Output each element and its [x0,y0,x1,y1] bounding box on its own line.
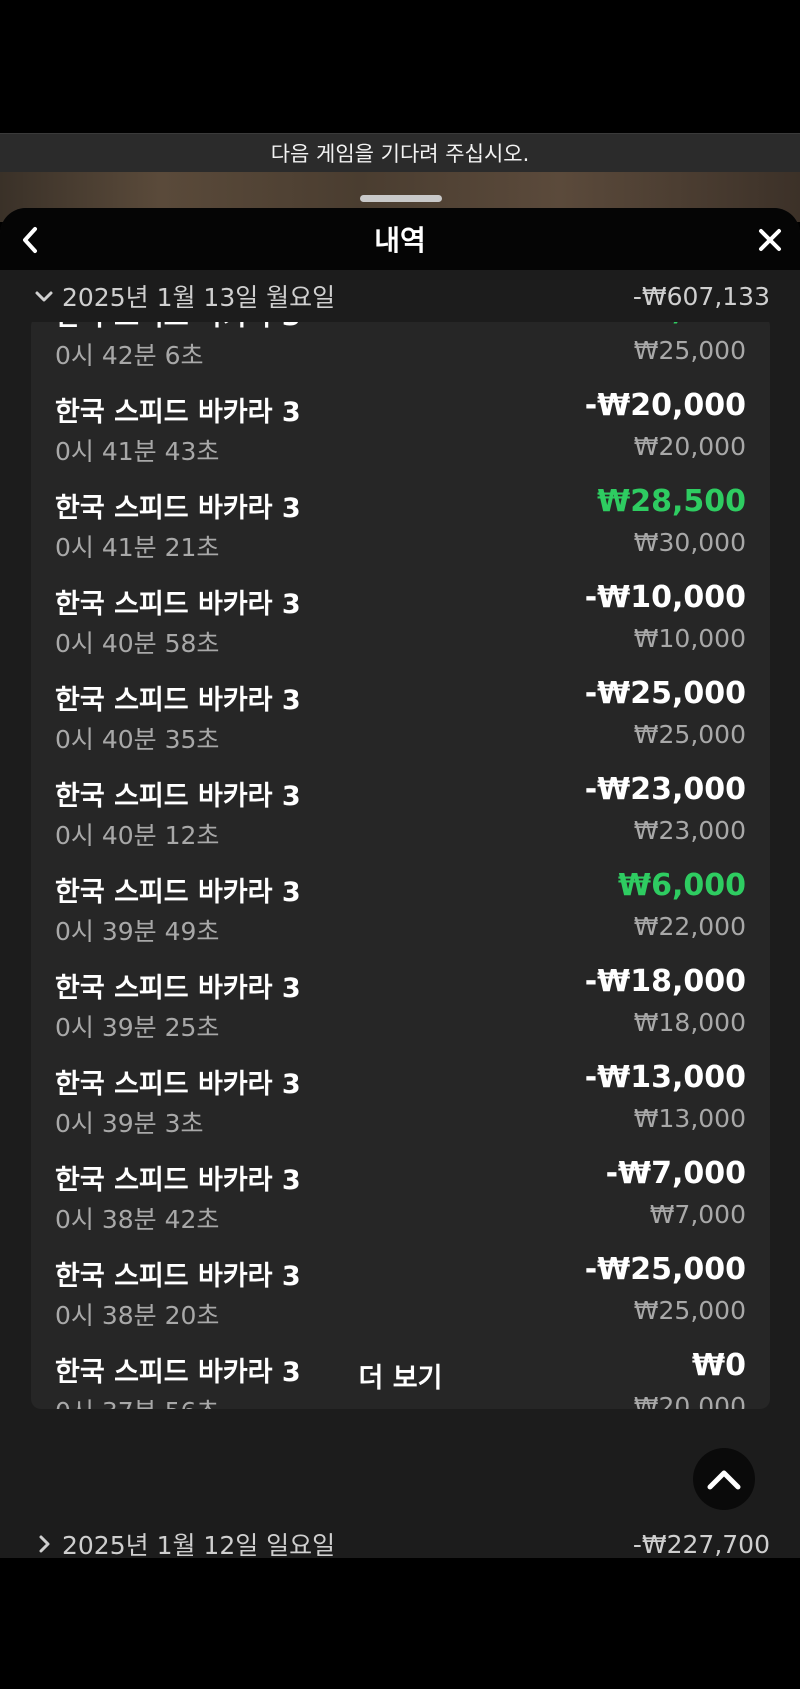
bet-row[interactable]: 한국 스피드 바카라 3 0시 40분 12초 -₩23,000 ₩23,000 [31,748,770,850]
bet-amount: ₩10,000 [633,624,746,653]
day-date: 2025년 1월 13일 월요일 [62,283,336,312]
bet-result: -₩10,000 [584,580,746,615]
game-name: 한국 스피드 바카라 3 [55,877,301,908]
history-panel: 내역 2025년 1월 13일 월요일 -₩607,133 한국 스피드 바카라… [0,208,800,1558]
bet-result: -₩23,000 [584,772,746,807]
bet-amount: ₩25,000 [633,720,746,749]
bet-amount: ₩7,000 [649,1200,746,1229]
back-button[interactable] [8,218,52,262]
day-date: 2025년 1월 12일 일요일 [62,1531,336,1558]
waiting-banner: 다음 게임을 기다려 주십시오. [0,133,800,173]
bet-result: -₩13,000 [584,1060,746,1095]
bet-row[interactable]: 한국 스피드 바카라 3 0시 40분 35초 -₩25,000 ₩25,000 [31,652,770,754]
bet-row[interactable]: 한국 스피드 바카라 3 0시 38분 20초 -₩25,000 ₩25,000 [31,1228,770,1330]
drag-handle[interactable] [360,195,442,202]
waiting-banner-text: 다음 게임을 기다려 주십시오. [270,142,530,166]
bet-amount: ₩20,000 [633,432,746,461]
game-name: 한국 스피드 바카라 3 [55,973,301,1004]
close-button[interactable] [748,218,792,262]
chevron-right-icon [39,1535,50,1553]
bet-row[interactable]: 한국 스피드 바카라 3 0시 39분 3초 -₩13,000 ₩13,000 [31,1036,770,1138]
bet-amount: ₩22,000 [633,912,746,941]
day-total: -₩607,133 [632,281,770,311]
history-header: 내역 [0,208,800,270]
bet-result: ₩6,000 [618,868,746,903]
game-name: 한국 스피드 바카라 3 [55,397,301,428]
bet-result: ₩28,500 [597,484,746,519]
chevron-left-icon [23,227,37,253]
bet-amount: ₩23,000 [633,816,746,845]
game-name: 한국 스피드 바카라 3 [55,1165,301,1196]
bet-result: -₩25,000 [584,676,746,711]
bet-row[interactable]: 한국 스피드 바카라 3 0시 38분 42초 -₩7,000 ₩7,000 [31,1132,770,1234]
day-total: -₩227,700 [632,1529,770,1559]
bet-row[interactable]: 한국 스피드 바카라 3 0시 42분 6초 ₩23,750 ₩25,000 [31,316,770,370]
bet-amount: ₩18,000 [633,1008,746,1037]
bet-row[interactable]: 한국 스피드 바카라 3 0시 39분 25초 -₩18,000 ₩18,000 [31,940,770,1042]
game-name: 한국 스피드 바카라 3 [55,685,301,716]
game-name: 한국 스피드 바카라 3 [55,781,301,812]
bet-amount: ₩13,000 [633,1104,746,1133]
bet-row[interactable]: 한국 스피드 바카라 3 0시 40분 58초 -₩10,000 ₩10,000 [31,556,770,658]
game-name: 한국 스피드 바카라 3 [55,1069,301,1100]
scroll-top-button[interactable] [693,1448,755,1510]
bet-amount: ₩25,000 [633,336,746,365]
bet-list: 한국 스피드 바카라 3 0시 42분 6초 ₩23,750 ₩25,000 한… [31,316,770,1409]
game-name: 한국 스피드 바카라 3 [55,589,301,620]
day-header-collapsed[interactable]: 2025년 1월 12일 일요일 -₩227,700 [0,1518,800,1558]
bet-amount: ₩25,000 [633,1296,746,1325]
bet-row[interactable]: 한국 스피드 바카라 3 0시 39분 49초 ₩6,000 ₩22,000 [31,844,770,946]
bet-result: -₩25,000 [584,1252,746,1287]
chevron-down-icon [35,291,53,302]
bet-row[interactable]: 한국 스피드 바카라 3 0시 41분 21초 ₩28,500 ₩30,000 [31,460,770,562]
game-name: 한국 스피드 바카라 3 [55,493,301,524]
bet-result: -₩7,000 [605,1156,746,1191]
page-title: 내역 [374,224,426,257]
close-icon [759,229,781,251]
bottom-area [0,1558,800,1689]
load-more-button[interactable]: 더 보기 [31,1356,770,1395]
bet-history-card: 한국 스피드 바카라 3 0시 42분 6초 ₩23,750 ₩25,000 한… [31,316,770,1409]
game-name: 한국 스피드 바카라 3 [55,1261,301,1292]
bet-row[interactable]: 한국 스피드 바카라 3 0시 41분 43초 -₩20,000 ₩20,000 [31,364,770,466]
bet-result: -₩20,000 [584,388,746,423]
bet-amount: ₩30,000 [633,528,746,557]
day-header-expanded[interactable]: 2025년 1월 13일 월요일 -₩607,133 [0,270,800,322]
chevron-up-icon [707,1470,741,1490]
bet-result: -₩18,000 [584,964,746,999]
